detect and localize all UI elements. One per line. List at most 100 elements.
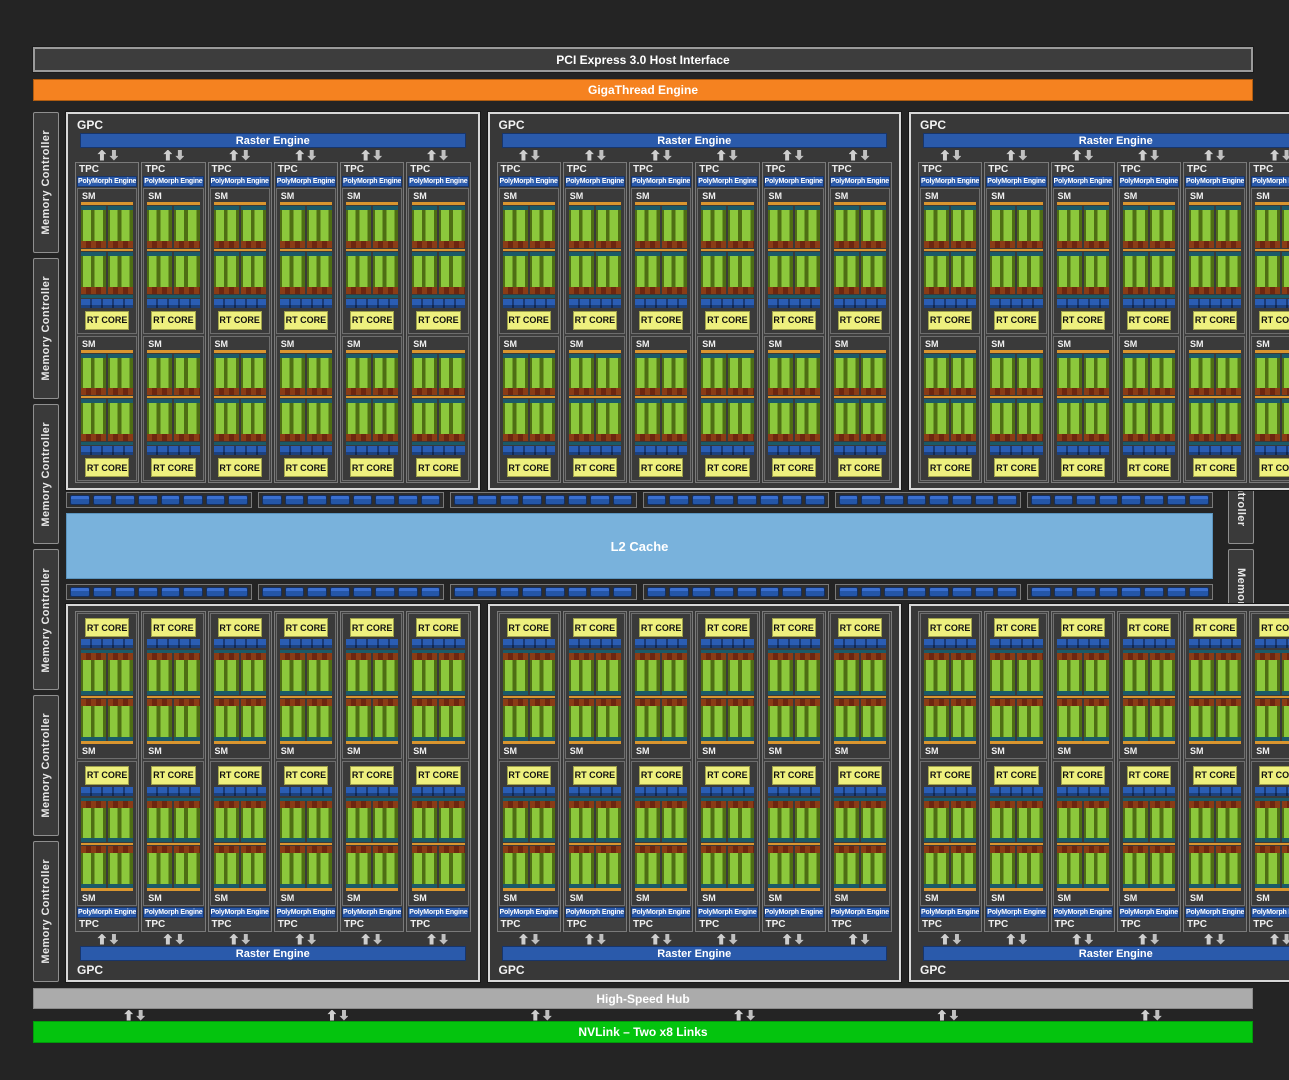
core-unit bbox=[861, 252, 886, 294]
core-unit-footer bbox=[1255, 388, 1280, 395]
sm-block: SMRT CORE bbox=[1185, 761, 1245, 907]
core-unit-footer bbox=[596, 846, 621, 853]
core-unit bbox=[569, 354, 594, 396]
core-unit bbox=[439, 699, 464, 741]
core-unit-header bbox=[596, 838, 621, 842]
partition-segment bbox=[398, 495, 418, 505]
core-unit bbox=[1255, 252, 1280, 294]
cuda-cores-block bbox=[701, 210, 726, 241]
processing-block-row bbox=[503, 846, 555, 888]
processing-block-row bbox=[214, 846, 266, 888]
core-unit bbox=[635, 801, 660, 843]
core-unit bbox=[147, 699, 172, 741]
processing-block-row bbox=[280, 801, 332, 843]
core-unit-footer bbox=[1057, 846, 1082, 853]
core-unit bbox=[174, 399, 199, 441]
memory-controller-label: Memory Controller bbox=[40, 859, 52, 964]
up-arrow-icon bbox=[651, 934, 660, 945]
cuda-cores-block bbox=[1057, 660, 1082, 691]
scheduler-separator bbox=[346, 396, 398, 398]
scheduler-separator bbox=[1123, 696, 1175, 698]
sm-block: SMRT CORE bbox=[499, 613, 559, 759]
core-unit bbox=[834, 206, 859, 248]
core-unit-header bbox=[834, 691, 859, 695]
updown-arrows-icon bbox=[1072, 934, 1093, 945]
sm-label: SM bbox=[81, 745, 133, 757]
cuda-cores-block bbox=[1084, 256, 1109, 287]
tpc-block: TPCPolyMorph EngineSMRT CORESMRT CORE bbox=[828, 611, 892, 932]
gigathread-engine-bar: GigaThread Engine bbox=[33, 79, 1253, 101]
sm-block: SMRT CORE bbox=[986, 761, 1046, 907]
cache-separator bbox=[214, 295, 266, 298]
down-arrow-icon bbox=[1084, 934, 1093, 945]
tpc-arrows-row bbox=[497, 148, 893, 162]
core-unit-footer bbox=[1150, 801, 1175, 808]
processing-block-row bbox=[569, 399, 621, 441]
sm-block: SMRT CORE bbox=[143, 188, 203, 334]
cuda-cores-block bbox=[662, 210, 687, 241]
core-unit bbox=[147, 399, 172, 441]
texture-units-bar bbox=[214, 639, 266, 648]
processing-block-row bbox=[990, 354, 1042, 396]
nvlink-arrows-row bbox=[33, 1009, 1253, 1021]
core-unit bbox=[346, 354, 371, 396]
updown-arrows-icon bbox=[783, 934, 804, 945]
warp-scheduler-bar bbox=[834, 202, 886, 205]
core-unit bbox=[108, 801, 133, 843]
cuda-cores-block bbox=[635, 358, 660, 389]
warp-scheduler-bar bbox=[1189, 741, 1241, 744]
core-unit bbox=[1189, 699, 1214, 741]
core-unit-footer bbox=[439, 801, 464, 808]
cuda-cores-block bbox=[834, 403, 859, 434]
core-unit bbox=[1255, 801, 1280, 843]
up-arrow-icon bbox=[1270, 934, 1279, 945]
core-unit-footer bbox=[241, 388, 266, 395]
cuda-cores-block bbox=[174, 660, 199, 691]
cuda-cores-block bbox=[1123, 853, 1148, 884]
tpc-label: TPC bbox=[919, 163, 981, 176]
core-unit-footer bbox=[1017, 846, 1042, 853]
core-unit-header bbox=[174, 691, 199, 695]
core-unit bbox=[701, 801, 726, 843]
scheduler-separator bbox=[834, 696, 886, 698]
rt-core-block: RT CORE bbox=[218, 766, 262, 785]
core-unit bbox=[147, 252, 172, 294]
core-unit-header bbox=[307, 838, 332, 842]
core-unit-footer bbox=[701, 388, 726, 395]
down-arrow-icon bbox=[729, 934, 738, 945]
sm-block: SMRT CORE bbox=[631, 613, 691, 759]
sm-block: SMRT CORE bbox=[631, 336, 691, 482]
sm-block: SMRT CORE bbox=[143, 613, 203, 759]
core-unit-footer bbox=[241, 699, 266, 706]
down-arrow-icon bbox=[1018, 150, 1027, 161]
warp-scheduler-bar bbox=[768, 741, 820, 744]
sm-label: SM bbox=[924, 338, 976, 350]
core-unit bbox=[280, 252, 305, 294]
cuda-cores-block bbox=[951, 853, 976, 884]
rt-core-block: RT CORE bbox=[218, 311, 262, 330]
gigathread-label: GigaThread Engine bbox=[588, 83, 698, 97]
core-unit bbox=[768, 653, 793, 695]
cuda-cores-block bbox=[307, 660, 332, 691]
memory-controller-label: Memory Controller bbox=[40, 422, 52, 527]
core-unit-footer bbox=[439, 434, 464, 441]
sm-label: SM bbox=[768, 892, 820, 904]
core-unit-footer bbox=[1017, 287, 1042, 294]
rt-core-block: RT CORE bbox=[1127, 618, 1171, 637]
core-unit bbox=[1282, 846, 1289, 888]
core-unit bbox=[569, 653, 594, 695]
processing-block-row bbox=[81, 354, 133, 396]
core-unit bbox=[346, 252, 371, 294]
core-unit-header bbox=[214, 691, 239, 695]
sm-label: SM bbox=[280, 745, 332, 757]
core-unit bbox=[701, 206, 726, 248]
processing-block-row bbox=[569, 354, 621, 396]
tpc-block: TPCPolyMorph EngineSMRT CORESMRT CORE bbox=[1183, 611, 1247, 932]
processing-block-row bbox=[990, 699, 1042, 741]
cuda-cores-block bbox=[346, 808, 371, 839]
core-unit bbox=[503, 206, 528, 248]
core-unit-header bbox=[373, 691, 398, 695]
core-unit-header bbox=[1084, 838, 1109, 842]
core-unit bbox=[662, 354, 687, 396]
core-unit bbox=[147, 846, 172, 888]
